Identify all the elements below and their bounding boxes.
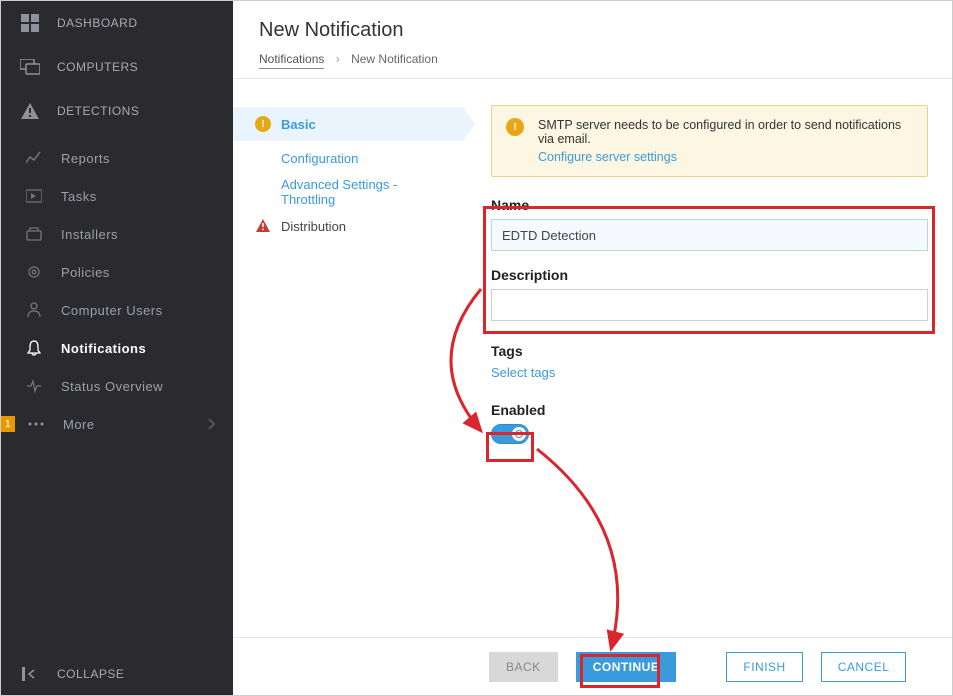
sidebar-label: Notifications [61, 341, 146, 356]
step-label: Configuration [281, 151, 358, 166]
sidebar-item-dashboard[interactable]: DASHBOARD [1, 1, 233, 45]
sidebar-item-detections[interactable]: DETECTIONS [1, 89, 233, 133]
step-nav: ! Basic Configuration Advanced Settings … [233, 79, 473, 637]
installers-icon [23, 223, 45, 245]
select-tags-link[interactable]: Select tags [491, 365, 928, 380]
warning-badge-icon: ! [255, 116, 271, 132]
sidebar-item-policies[interactable]: Policies [1, 253, 233, 291]
user-icon [23, 299, 45, 321]
sidebar: DASHBOARD COMPUTERS DETECTIONS Reports [1, 1, 233, 695]
more-icon [25, 413, 47, 435]
step-label: Distribution [281, 219, 346, 234]
sidebar-item-status-overview[interactable]: Status Overview [1, 367, 233, 405]
collapse-sidebar[interactable]: COLLAPSE [1, 653, 233, 695]
collapse-label: COLLAPSE [57, 667, 124, 681]
sidebar-label: Computer Users [61, 303, 163, 318]
configure-server-link[interactable]: Configure server settings [538, 150, 677, 164]
page-title: New Notification [259, 19, 926, 42]
sidebar-label: Policies [61, 265, 110, 280]
dashboard-icon [19, 12, 41, 34]
status-icon [23, 375, 45, 397]
chevron-right-icon [208, 418, 215, 430]
continue-button[interactable]: CONTINUE [576, 652, 677, 682]
warning-icon [19, 100, 41, 122]
sidebar-label: Reports [61, 151, 110, 166]
sidebar-label: DETECTIONS [57, 104, 139, 118]
description-label: Description [491, 267, 928, 283]
computers-icon [19, 56, 41, 78]
step-basic[interactable]: ! Basic [233, 107, 463, 141]
chevron-right-icon: › [336, 52, 340, 66]
warning-badge-icon: ! [506, 118, 524, 136]
cancel-button[interactable]: CANCEL [821, 652, 907, 682]
sidebar-label: Tasks [61, 189, 97, 204]
sidebar-item-more[interactable]: 1 More [1, 405, 233, 443]
step-advanced[interactable]: Advanced Settings - Throttling [233, 175, 463, 209]
sidebar-item-reports[interactable]: Reports [1, 139, 233, 177]
gear-icon [23, 261, 45, 283]
description-input[interactable] [491, 289, 928, 321]
main-panel: New Notification Notifications › New Not… [233, 1, 952, 695]
sidebar-label: Status Overview [61, 379, 163, 394]
name-input[interactable] [491, 219, 928, 251]
wizard-footer: BACK CONTINUE FINISH CANCEL [233, 637, 952, 695]
tags-label: Tags [491, 343, 928, 359]
step-configuration[interactable]: Configuration [233, 141, 463, 175]
sidebar-item-tasks[interactable]: Tasks [1, 177, 233, 215]
sidebar-label: Installers [61, 227, 118, 242]
finish-button[interactable]: FINISH [726, 652, 802, 682]
sidebar-label: DASHBOARD [57, 16, 138, 30]
collapse-icon [19, 663, 41, 685]
sidebar-label: COMPUTERS [57, 60, 138, 74]
form-content: ! SMTP server needs to be configured in … [473, 79, 952, 637]
step-distribution[interactable]: Distribution [233, 209, 463, 243]
tasks-icon [23, 185, 45, 207]
sidebar-item-installers[interactable]: Installers [1, 215, 233, 253]
smtp-alert: ! SMTP server needs to be configured in … [491, 105, 928, 177]
breadcrumb-root[interactable]: Notifications [259, 52, 324, 69]
reports-icon [23, 147, 45, 169]
name-label: Name [491, 197, 928, 213]
breadcrumb-current: New Notification [351, 52, 438, 66]
error-badge-icon [255, 218, 271, 234]
breadcrumb: Notifications › New Notification [259, 52, 926, 66]
page-header: New Notification Notifications › New Not… [233, 1, 952, 79]
sidebar-label: More [63, 417, 95, 432]
step-label: Advanced Settings - Throttling [281, 177, 449, 207]
step-label: Basic [281, 117, 316, 132]
bell-icon [23, 337, 45, 359]
sidebar-item-notifications[interactable]: Notifications [1, 329, 233, 367]
alert-text: SMTP server needs to be configured in or… [538, 118, 913, 146]
enabled-toggle[interactable] [491, 424, 529, 444]
sidebar-item-computers[interactable]: COMPUTERS [1, 45, 233, 89]
toggle-knob [512, 427, 526, 441]
back-button[interactable]: BACK [489, 652, 558, 682]
sidebar-item-computer-users[interactable]: Computer Users [1, 291, 233, 329]
more-badge: 1 [1, 416, 15, 432]
enabled-label: Enabled [491, 402, 928, 418]
